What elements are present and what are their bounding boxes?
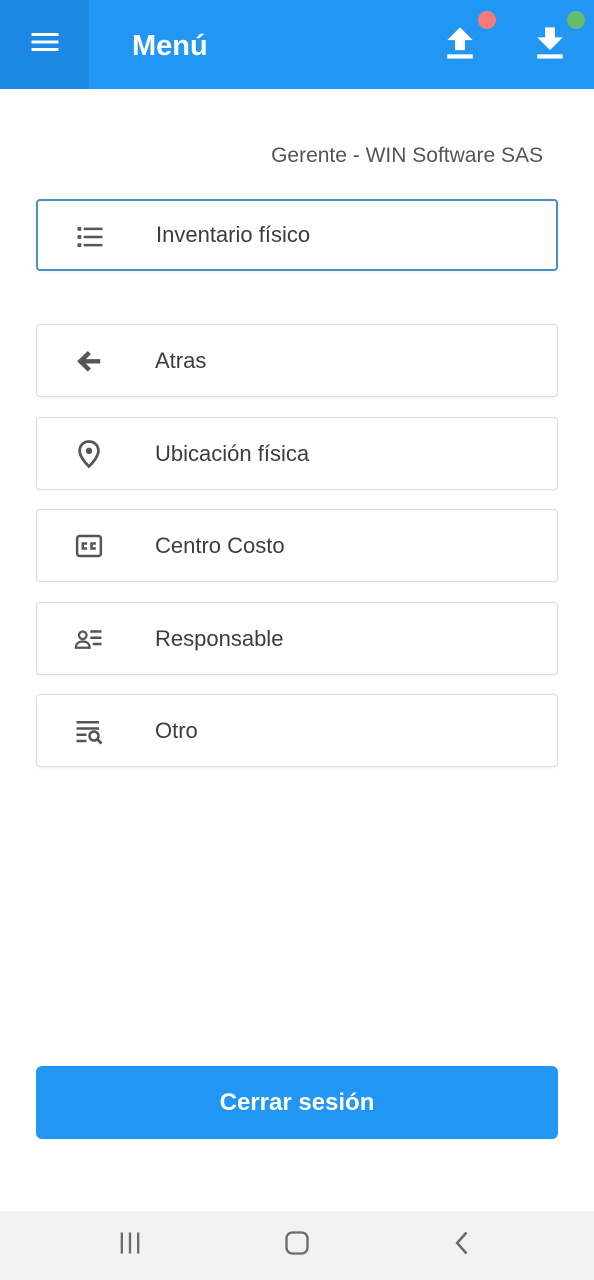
back-button[interactable] [441, 1225, 485, 1265]
menu-item-label: Ubicación física [155, 440, 310, 466]
hamburger-menu-icon [27, 24, 63, 65]
back-icon [449, 1229, 477, 1262]
person-list-icon [73, 623, 105, 655]
download-icon [533, 24, 567, 67]
system-nav-bar [0, 1211, 594, 1280]
menu-item-label: Centro Costo [155, 532, 285, 558]
location-pin-icon [73, 438, 105, 470]
download-button[interactable] [525, 18, 575, 72]
upload-button[interactable] [435, 18, 485, 72]
user-company-label: Gerente - WIN Software SAS [271, 144, 543, 167]
app-bar: Menú [0, 0, 594, 89]
menu-item-label: Responsable [155, 625, 284, 651]
home-button[interactable] [275, 1225, 319, 1265]
recents-icon [116, 1229, 144, 1262]
recents-button[interactable] [108, 1225, 152, 1265]
menu-button[interactable] [0, 0, 89, 89]
upload-icon [443, 24, 477, 67]
menu-item-atras[interactable]: Atras [36, 324, 558, 397]
arrow-left-icon [73, 345, 105, 377]
home-icon [283, 1229, 311, 1262]
menu-item-responsable[interactable]: Responsable [36, 602, 558, 675]
menu-item-label: Inventario físico [156, 222, 311, 247]
menu-item-ubicacion-fisica[interactable]: Ubicación física [36, 417, 558, 490]
list-icon [74, 221, 106, 253]
menu-item-centro-costo[interactable]: Centro Costo [36, 509, 558, 582]
menu-item-inventario-fisico[interactable]: Inventario físico [36, 199, 558, 271]
closed-caption-icon [73, 530, 105, 562]
download-status-indicator [567, 11, 585, 29]
menu-item-label: Atras [155, 347, 207, 373]
logout-button[interactable]: Cerrar sesión [36, 1066, 558, 1139]
page-title: Menú [132, 30, 208, 62]
menu-item-label: Otro [155, 717, 198, 743]
upload-status-indicator [478, 11, 496, 29]
list-search-icon [73, 715, 105, 747]
menu-item-otro[interactable]: Otro [36, 694, 558, 767]
